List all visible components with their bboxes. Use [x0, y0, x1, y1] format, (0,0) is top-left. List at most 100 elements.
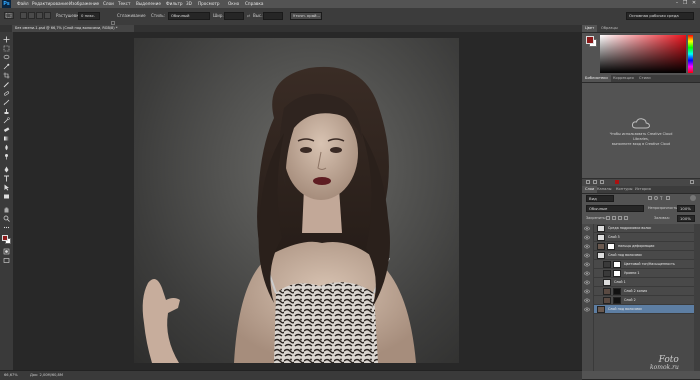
libraries-trash-icon[interactable] — [690, 180, 694, 184]
menu-view[interactable]: Просмотр — [198, 0, 220, 8]
quick-mask-button[interactable] — [3, 248, 10, 255]
crop-tool[interactable] — [3, 72, 10, 79]
menu-select[interactable]: Выделение — [136, 0, 161, 8]
history-brush-tool[interactable] — [3, 117, 10, 124]
eyedropper-tool[interactable] — [3, 81, 10, 88]
layer-row[interactable]: Слой 5 — [584, 233, 694, 242]
height-input[interactable] — [263, 12, 283, 20]
layer-row[interactable]: Слой под волосами — [584, 251, 694, 260]
menu-image[interactable]: Изображение — [69, 0, 99, 8]
filter-pixel-icon[interactable] — [648, 196, 652, 200]
filter-toggle[interactable] — [690, 195, 696, 201]
lock-all-icon[interactable] — [624, 216, 628, 220]
gradient-tool[interactable] — [3, 135, 10, 142]
tab-channels[interactable]: Каналы — [594, 186, 614, 193]
eye-icon[interactable] — [584, 262, 590, 267]
layer-row[interactable]: Слой 2 копия — [584, 287, 694, 296]
fill-input[interactable]: 100% — [677, 215, 695, 222]
eye-icon[interactable] — [584, 307, 590, 312]
screen-mode-button[interactable] — [3, 257, 10, 264]
move-tool[interactable] — [3, 36, 10, 43]
lock-pixels-icon[interactable] — [612, 216, 616, 220]
lasso-tool[interactable] — [3, 54, 10, 61]
more-tools-icon[interactable] — [3, 224, 10, 231]
panel-foreground-swatch[interactable] — [586, 36, 594, 44]
zoom-tool[interactable] — [3, 215, 10, 222]
shape-tool[interactable] — [3, 193, 10, 200]
eye-icon[interactable] — [584, 271, 590, 276]
filter-shape-icon[interactable] — [666, 196, 670, 200]
marquee-tool-preset-button[interactable] — [4, 12, 14, 19]
new-selection-button[interactable] — [20, 12, 27, 19]
document-tab[interactable]: Без имени-1.psd @ 66,7% (Слой под волоса… — [12, 25, 134, 32]
restore-button[interactable]: ❐ — [682, 1, 688, 6]
add-graphic-icon[interactable] — [593, 180, 597, 184]
close-button[interactable]: ✕ — [691, 1, 697, 6]
add-color-icon[interactable] — [615, 180, 619, 184]
layer-row[interactable]: Слой 1 — [584, 278, 694, 287]
menu-filter[interactable]: Фильтр — [166, 0, 183, 8]
pen-tool[interactable] — [3, 166, 10, 173]
add-to-selection-button[interactable] — [28, 12, 35, 19]
menu-text[interactable]: Текст — [118, 0, 130, 8]
eye-icon[interactable] — [584, 253, 590, 258]
subtract-selection-button[interactable] — [36, 12, 43, 19]
width-input[interactable] — [224, 12, 244, 20]
menu-file[interactable]: Файл — [17, 0, 29, 8]
brush-tool[interactable] — [3, 99, 10, 106]
filter-adjustment-icon[interactable] — [654, 196, 658, 200]
menu-3d[interactable]: 3D — [186, 0, 192, 8]
menu-window[interactable]: Окно — [228, 0, 239, 8]
layers-scrollbar[interactable] — [694, 224, 700, 371]
document-canvas[interactable] — [134, 38, 459, 363]
blend-mode-select[interactable]: Обычные — [586, 205, 644, 212]
eye-icon[interactable] — [584, 289, 590, 294]
style-select[interactable]: Обычный — [168, 12, 210, 20]
menu-help[interactable]: Справка — [245, 0, 263, 8]
tab-color[interactable]: Цвет — [582, 25, 598, 32]
lock-transparent-icon[interactable] — [606, 216, 610, 220]
swap-icon[interactable]: ⇄ — [247, 13, 250, 18]
add-content-icon[interactable] — [586, 180, 590, 184]
color-picker-field[interactable] — [600, 35, 686, 73]
layer-row[interactable]: пальцы деформации — [584, 242, 694, 251]
dodge-tool[interactable] — [3, 153, 10, 160]
add-text-style-icon[interactable] — [600, 180, 604, 184]
eye-icon[interactable] — [584, 226, 590, 231]
layer-row[interactable]: Цветовой тон/Насыщенность — [584, 260, 694, 269]
marquee-tool[interactable] — [3, 45, 10, 52]
foreground-color-swatch[interactable] — [2, 235, 8, 241]
feather-input[interactable]: 0 пикс. — [78, 12, 100, 20]
layer-row-selected[interactable]: Слой под волосами — [584, 305, 694, 314]
eye-icon[interactable] — [584, 298, 590, 303]
eye-icon[interactable] — [584, 235, 590, 240]
quick-select-tool[interactable] — [3, 63, 10, 70]
tab-styles[interactable]: Стили — [636, 75, 654, 82]
workspace-select[interactable]: Основная рабочая среда — [626, 12, 694, 20]
refine-edge-button[interactable]: Уточн. край... — [290, 12, 322, 20]
minimize-button[interactable]: – — [674, 1, 680, 6]
tab-history[interactable]: История — [632, 186, 654, 193]
intersect-selection-button[interactable] — [44, 12, 51, 19]
layer-row[interactable]: Слой 2 — [584, 296, 694, 305]
tab-swatches[interactable]: Образцы — [598, 25, 621, 32]
blur-tool[interactable] — [3, 144, 10, 151]
filter-type-icon[interactable]: T — [660, 196, 662, 201]
lock-position-icon[interactable] — [618, 216, 622, 220]
eraser-tool[interactable] — [3, 126, 10, 133]
layer-filter-kind-select[interactable]: Вид — [586, 195, 614, 202]
tab-libraries[interactable]: Библиотеки — [582, 75, 611, 82]
hue-slider[interactable] — [688, 35, 693, 73]
clone-stamp-tool[interactable] — [3, 108, 10, 115]
opacity-input[interactable]: 100% — [677, 205, 695, 212]
type-tool[interactable] — [3, 175, 10, 182]
path-selection-tool[interactable] — [3, 184, 10, 191]
menu-layers[interactable]: Слои — [103, 0, 114, 8]
healing-brush-tool[interactable] — [3, 90, 10, 97]
hand-tool[interactable] — [3, 206, 10, 213]
tab-adjustments[interactable]: Коррекция — [610, 75, 637, 82]
menu-edit[interactable]: Редактирование — [32, 0, 69, 8]
layer-row[interactable]: Среда подрисовки волос — [584, 224, 694, 233]
zoom-level[interactable]: 66,67% — [4, 373, 18, 377]
layer-row[interactable]: Уровни 1 — [584, 269, 694, 278]
